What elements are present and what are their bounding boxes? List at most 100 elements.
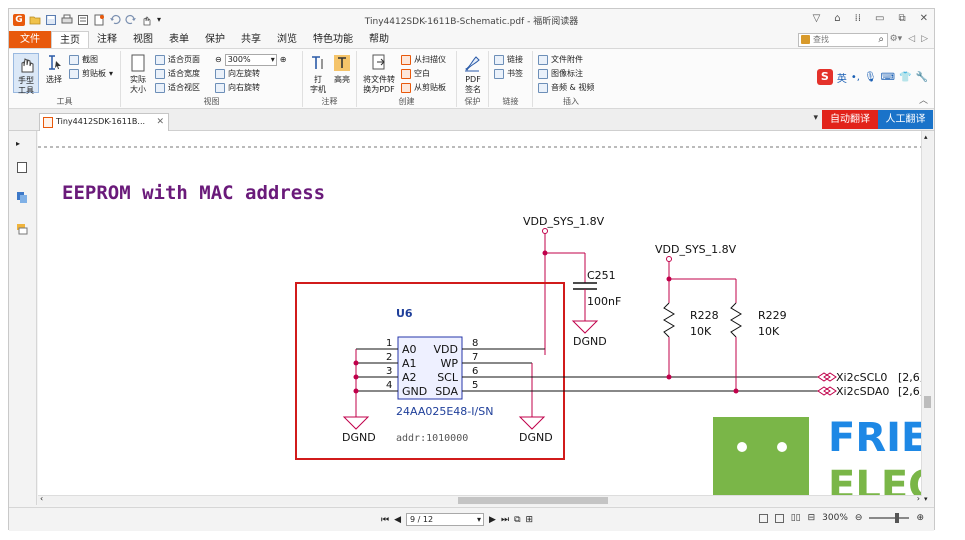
rotate-right-button[interactable]: 向右旋转: [215, 81, 260, 94]
fit-width-button[interactable]: 适合宽度: [155, 67, 200, 80]
highlight-button[interactable]: 高亮: [331, 53, 353, 85]
convert-to-pdf-button[interactable]: 将文件转 换为PDF: [361, 53, 397, 95]
horizontal-scrollbar[interactable]: ‹ ›: [38, 494, 922, 505]
scroll-left-icon[interactable]: ‹: [40, 494, 43, 503]
customize-dropdown-icon[interactable]: ▾: [157, 14, 169, 26]
undo-icon[interactable]: [109, 14, 121, 26]
punctuation-icon[interactable]: •,: [851, 72, 860, 83]
prev-page-icon[interactable]: ◀: [394, 515, 401, 525]
zoom-slider[interactable]: [869, 513, 910, 523]
continuous-page-icon[interactable]: [774, 513, 784, 523]
scroll-down-icon[interactable]: ▾: [924, 495, 928, 503]
fit-page-button[interactable]: 适合页面: [155, 53, 200, 66]
scroll-right-icon[interactable]: ›: [917, 494, 920, 503]
blank-page-button[interactable]: 空白: [401, 67, 430, 80]
vertical-scroll-thumb[interactable]: [924, 396, 931, 408]
save-icon[interactable]: [45, 14, 57, 26]
search-icon[interactable]: ⌕: [878, 34, 884, 46]
menu-view[interactable]: 视图: [125, 31, 161, 48]
from-scanner-button[interactable]: 从扫描仪: [401, 53, 446, 66]
next-arrow-icon[interactable]: ▷: [921, 34, 928, 44]
next-page-icon[interactable]: ▶: [489, 515, 496, 525]
hand-tool-button[interactable]: 手型 工具: [13, 53, 39, 95]
search-input[interactable]: 查找 ⌕: [798, 33, 888, 47]
human-translate-button[interactable]: 人工翻译: [878, 110, 933, 129]
rotate-left-button[interactable]: 向左旋转: [215, 67, 260, 80]
actual-size-button[interactable]: 实际 大小: [127, 53, 149, 95]
file-attachment-button[interactable]: 文件附件: [538, 53, 583, 66]
audio-video-button[interactable]: 音频 & 视频: [538, 81, 594, 94]
scroll-up-icon[interactable]: ▴: [924, 133, 928, 141]
tab-list-dropdown-icon[interactable]: ▾: [813, 113, 818, 123]
page-number-field[interactable]: 9 / 12: [406, 513, 485, 526]
single-page-icon[interactable]: [758, 513, 768, 523]
document-tab[interactable]: Tiny4412SDK-1611B... ✕: [39, 113, 169, 131]
clipboard-button[interactable]: 剪贴板 ▾: [69, 67, 113, 80]
skin-icon[interactable]: ⌂: [834, 13, 840, 24]
menu-home[interactable]: 主页: [51, 31, 89, 48]
expand-panel-icon[interactable]: ▸: [16, 139, 28, 152]
vertical-scrollbar[interactable]: ▴ ▾: [921, 131, 933, 505]
cart-icon[interactable]: ▽: [813, 13, 821, 24]
menu-browse[interactable]: 浏览: [269, 31, 305, 48]
redo-icon[interactable]: [125, 14, 137, 26]
minimize-icon[interactable]: ▭: [875, 13, 884, 24]
menu-share[interactable]: 共享: [233, 31, 269, 48]
first-page-icon[interactable]: ⏮: [381, 515, 389, 525]
menu-features[interactable]: 特色功能: [305, 31, 361, 48]
properties-icon[interactable]: [77, 14, 89, 26]
new-doc-icon[interactable]: [93, 14, 105, 26]
image-annotation-button[interactable]: 图像标注: [538, 67, 583, 80]
prev-arrow-icon[interactable]: ◁: [908, 34, 915, 44]
menu-comment[interactable]: 注释: [89, 31, 125, 48]
rotate-left-icon: [215, 68, 225, 79]
zoom-slider-thumb[interactable]: [895, 513, 900, 523]
select-button[interactable]: 选择: [43, 53, 65, 85]
zoom-slider-out-icon[interactable]: ⊖: [855, 513, 863, 523]
layers-icon[interactable]: [16, 191, 28, 204]
last-page-icon[interactable]: ⏭: [501, 515, 509, 525]
rotate-right-icon: [215, 82, 225, 93]
zoom-slider-in-icon[interactable]: ⊕: [916, 513, 924, 523]
from-clipboard-button[interactable]: 从剪贴板: [401, 81, 446, 94]
menu-file[interactable]: 文件: [9, 31, 51, 48]
page-thumbnail-icon[interactable]: [16, 161, 28, 174]
sogou-logo-icon[interactable]: S: [816, 69, 833, 85]
split-view-icon[interactable]: ⊟: [808, 513, 816, 523]
menu-protect[interactable]: 保护: [197, 31, 233, 48]
fullscreen-page-icon[interactable]: ⊞: [526, 515, 534, 525]
typewriter-button[interactable]: 打 字机: [307, 53, 329, 95]
fit-visible-button[interactable]: 适合视区: [155, 81, 200, 94]
screenshot-button[interactable]: 截图: [69, 53, 98, 66]
restore-icon[interactable]: ⧉: [898, 13, 905, 24]
pdf-sign-button[interactable]: PDF 签名: [461, 53, 485, 95]
menu-help[interactable]: 帮助: [361, 31, 397, 48]
ime-language-label[interactable]: 英: [837, 70, 847, 85]
apps-grid-icon[interactable]: ⁞⁞: [855, 13, 861, 24]
zoom-out-icon[interactable]: ⊖: [215, 53, 222, 66]
link-button[interactable]: 链接: [494, 53, 523, 66]
settings-gear-icon[interactable]: ⚙▾: [890, 34, 903, 44]
menu-form[interactable]: 表单: [161, 31, 197, 48]
hand-cursor-icon[interactable]: [141, 14, 153, 26]
open-folder-icon[interactable]: [29, 14, 41, 26]
zoom-in-icon[interactable]: ⊕: [280, 53, 287, 66]
skin-shirt-icon[interactable]: 👕: [899, 72, 911, 83]
keyboard-icon[interactable]: ⌨: [881, 72, 895, 83]
tools-wrench-icon[interactable]: 🔧: [916, 72, 928, 83]
copy-page-icon[interactable]: ⧉: [514, 515, 520, 525]
collapse-ribbon-icon[interactable]: ︿: [919, 93, 928, 106]
two-page-icon[interactable]: ▯▯: [791, 513, 801, 523]
ribbon-group-insert: 文件附件 图像标注 音频 & 视频 插入: [533, 51, 609, 107]
close-icon[interactable]: ✕: [920, 13, 928, 24]
tab-close-icon[interactable]: ✕: [156, 114, 164, 130]
comments-panel-icon[interactable]: [16, 223, 28, 236]
zoom-select[interactable]: 300%: [224, 53, 277, 66]
horizontal-scroll-thumb[interactable]: [458, 497, 608, 504]
document-view[interactable]: EEPROM with MAC address VDD_SYS_1.8V C25…: [38, 131, 922, 495]
print-icon[interactable]: [61, 14, 73, 26]
bookmark-button[interactable]: 书签: [494, 67, 523, 80]
from-scanner-label: 从扫描仪: [414, 55, 446, 64]
microphone-icon[interactable]: 🎙: [864, 72, 877, 83]
auto-translate-button[interactable]: 自动翻译: [822, 110, 878, 129]
